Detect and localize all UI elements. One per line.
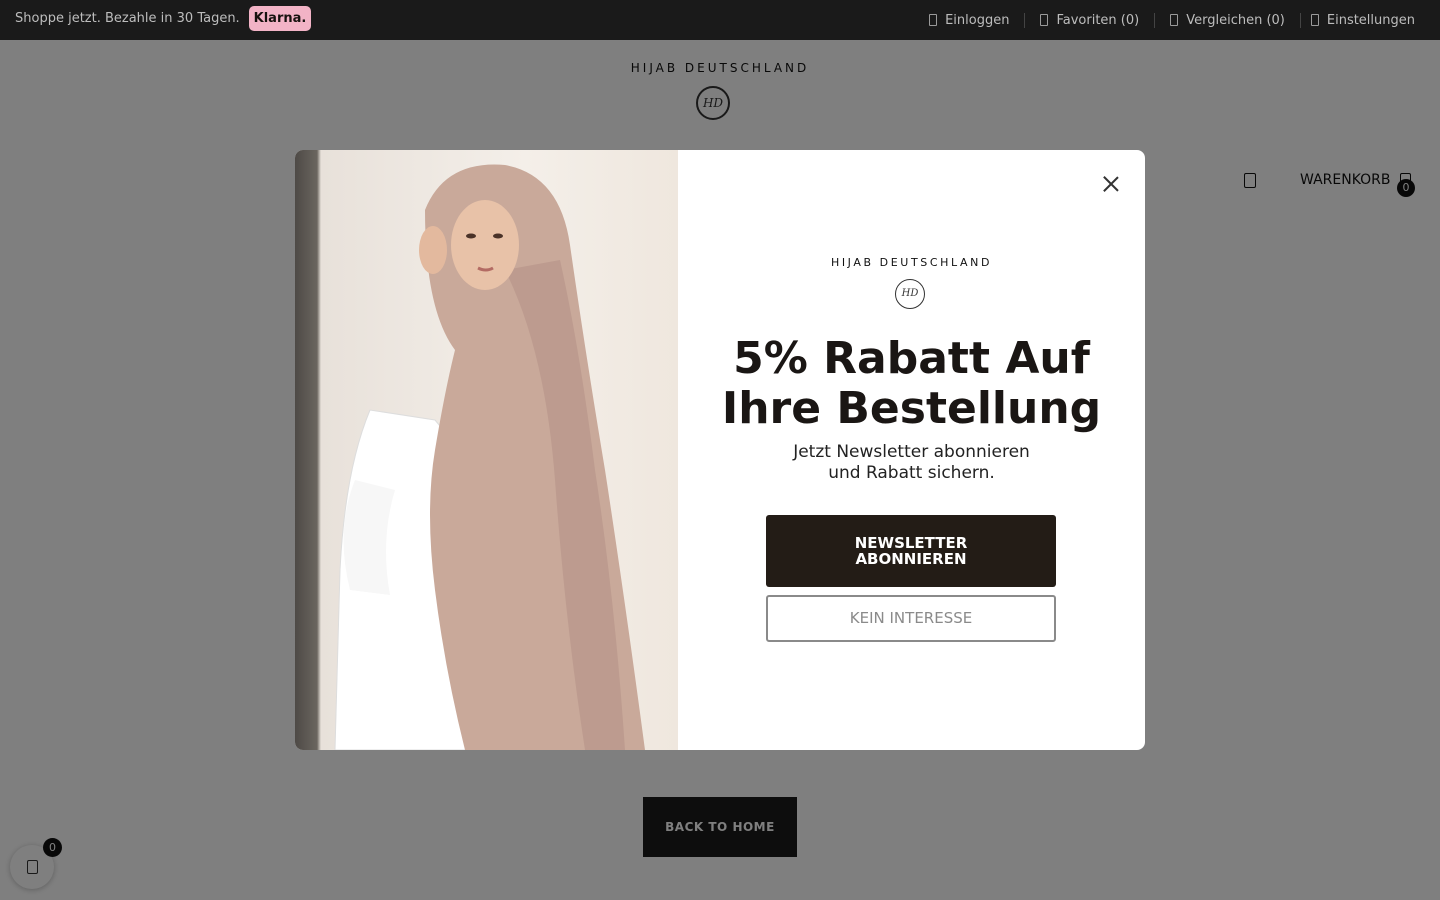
settings-label: Einstellungen	[1326, 12, 1415, 28]
heart-icon	[1040, 14, 1049, 26]
subscribe-newsletter-button[interactable]: NEWSLETTER ABONNIEREN	[766, 515, 1056, 587]
favorites-label: Favoriten (0)	[1056, 12, 1140, 28]
no-interest-button[interactable]: KEIN INTERESSE	[766, 595, 1056, 642]
top-bar: Shoppe jetzt. Bezahle in 30 Tagen. Klarn…	[0, 0, 1440, 40]
top-links: Einloggen Favoriten (0) Vergleichen (0) …	[914, 0, 1415, 40]
close-icon[interactable]	[1101, 174, 1121, 194]
favorites-link[interactable]: Favoriten (0)	[1024, 12, 1154, 28]
settings-icon	[1310, 14, 1319, 26]
settings-link[interactable]: Einstellungen	[1299, 12, 1415, 28]
subscribe-label-1: NEWSLETTER	[854, 534, 968, 552]
modal-brand: HIJAB DEUTSCHLAND	[830, 256, 993, 269]
newsletter-modal: HIJAB DEUTSCHLAND HD 5% Rabatt Auf Ihre …	[295, 150, 1145, 750]
modal-subtext: Jetzt Newsletter abonnieren und Rabatt s…	[678, 442, 1145, 484]
subtext-line-2: und Rabatt sichern.	[828, 463, 995, 483]
headline-line-1: 5% Rabatt Auf	[733, 333, 1090, 384]
modal-monogram: HD	[895, 279, 925, 309]
user-icon	[929, 14, 938, 26]
model-photo	[295, 150, 678, 750]
compare-label: Vergleichen (0)	[1186, 12, 1285, 28]
klarna-badge[interactable]: Klarna.	[249, 6, 311, 31]
model-illustration	[334, 164, 645, 750]
modal-headline: 5% Rabatt Auf Ihre Bestellung	[678, 334, 1145, 434]
headline-line-2: Ihre Bestellung	[721, 383, 1102, 434]
compare-icon	[1170, 14, 1179, 26]
promo-text: Shoppe jetzt. Bezahle in 30 Tagen.	[15, 11, 240, 26]
login-link[interactable]: Einloggen	[914, 13, 1024, 28]
login-label: Einloggen	[945, 12, 1010, 28]
subtext-line-1: Jetzt Newsletter abonnieren	[793, 442, 1030, 462]
compare-link[interactable]: Vergleichen (0)	[1154, 12, 1300, 28]
subscribe-label-2: ABONNIEREN	[855, 550, 967, 568]
